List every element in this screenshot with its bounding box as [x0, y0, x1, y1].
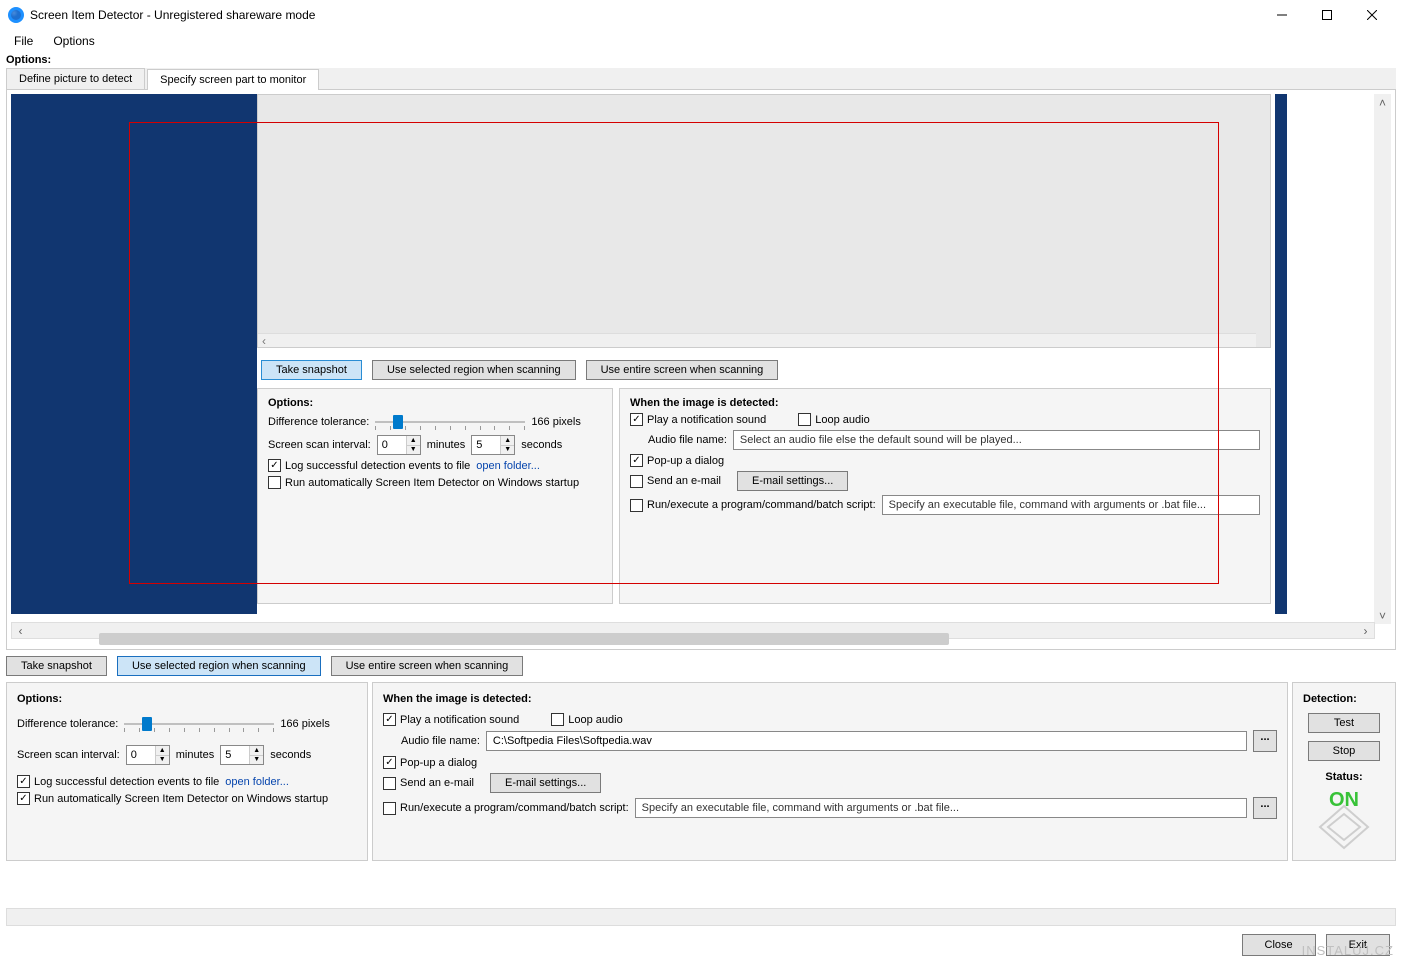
- loop-audio-checkbox[interactable]: Loop audio: [551, 713, 622, 726]
- nested-window: ‹ Take snapshot Use selected region when…: [257, 94, 1275, 614]
- audio-browse-button[interactable]: ...: [1253, 730, 1277, 752]
- nested-use-entire-button[interactable]: Use entire screen when scanning: [586, 360, 779, 380]
- titlebar: Screen Item Detector - Unregistered shar…: [0, 0, 1402, 30]
- options-panel: Options: Difference tolerance: 166 pixel…: [6, 682, 368, 861]
- nested-play-sound-checkbox[interactable]: Play a notification sound: [630, 413, 766, 426]
- nested-open-folder-link[interactable]: open folder...: [476, 460, 540, 472]
- nested-send-email-checkbox[interactable]: Send an e-mail: [630, 475, 721, 488]
- nested-seconds-input[interactable]: ▲▼: [471, 435, 515, 455]
- nested-take-snapshot-button[interactable]: Take snapshot: [261, 360, 362, 380]
- send-email-checkbox[interactable]: Send an e-mail: [383, 777, 474, 790]
- tab-specify-screen[interactable]: Specify screen part to monitor: [147, 69, 319, 90]
- nested-options-panel: Options: Difference tolerance: 166 pixel…: [257, 388, 613, 604]
- menubar: File Options: [0, 30, 1402, 52]
- nested-preview: ‹: [257, 94, 1271, 348]
- nested-tolerance-slider[interactable]: [375, 413, 525, 431]
- play-sound-checkbox[interactable]: Play a notification sound: [383, 713, 519, 726]
- scan-interval-label: Screen scan interval:: [17, 749, 120, 761]
- watermark: INSTALUJ.CZ: [1302, 943, 1394, 958]
- minimize-button[interactable]: [1259, 1, 1304, 29]
- nested-detected-panel: When the image is detected: Play a notif…: [619, 388, 1271, 604]
- tab-define-picture[interactable]: Define picture to detect: [6, 68, 145, 89]
- audio-file-input[interactable]: [486, 731, 1247, 751]
- tolerance-slider[interactable]: [124, 715, 274, 733]
- preview-hscrollbar[interactable]: ‹›: [11, 622, 1375, 639]
- diff-tolerance-value: 166 pixels: [531, 416, 581, 428]
- nested-hscrollbar[interactable]: ‹: [258, 333, 1256, 347]
- nested-audio-file-input[interactable]: [733, 430, 1260, 450]
- status-label: Status:: [1303, 771, 1385, 783]
- nested-email-settings-button[interactable]: E-mail settings...: [737, 471, 848, 491]
- seconds-input[interactable]: ▲▼: [220, 745, 264, 765]
- diff-tolerance-label: Difference tolerance:: [17, 718, 118, 730]
- close-window-button[interactable]: [1349, 1, 1394, 29]
- log-events-checkbox[interactable]: Log successful detection events to file: [17, 775, 219, 788]
- diff-tolerance-label: Difference tolerance:: [268, 416, 369, 428]
- script-browse-button[interactable]: ...: [1253, 797, 1277, 819]
- maximize-button[interactable]: [1304, 1, 1349, 29]
- diff-tolerance-value: 166 pixels: [280, 718, 330, 730]
- detected-title: When the image is detected:: [383, 693, 1277, 705]
- menu-options[interactable]: Options: [45, 32, 102, 50]
- use-entire-screen-button[interactable]: Use entire screen when scanning: [331, 656, 524, 676]
- detection-title: Detection:: [1303, 693, 1385, 705]
- stop-button[interactable]: Stop: [1308, 741, 1380, 761]
- options-title: Options:: [17, 693, 357, 705]
- nested-autorun-checkbox[interactable]: Run automatically Screen Item Detector o…: [268, 476, 579, 489]
- preview-vscrollbar[interactable]: ˄˅: [1374, 94, 1391, 624]
- nested-use-selected-button[interactable]: Use selected region when scanning: [372, 360, 576, 380]
- nested-options-title: Options:: [268, 397, 602, 409]
- window-title: Screen Item Detector - Unregistered shar…: [30, 8, 1259, 22]
- audio-file-label: Audio file name:: [401, 735, 480, 747]
- autorun-checkbox[interactable]: Run automatically Screen Item Detector o…: [17, 792, 328, 805]
- take-snapshot-button[interactable]: Take snapshot: [6, 656, 107, 676]
- status-bar: [6, 908, 1396, 926]
- scan-interval-label: Screen scan interval:: [268, 439, 371, 451]
- options-header: Options:: [0, 52, 1402, 68]
- test-button[interactable]: Test: [1308, 713, 1380, 733]
- script-path-input[interactable]: [635, 798, 1247, 818]
- nested-script-input[interactable]: [882, 495, 1260, 515]
- nested-run-script-checkbox[interactable]: Run/execute a program/command/batch scri…: [630, 499, 876, 512]
- tabstrip: Define picture to detect Specify screen …: [6, 68, 1396, 90]
- app-icon: [8, 7, 24, 23]
- detection-panel: Detection: Test Stop Status: ON: [1292, 682, 1396, 861]
- open-folder-link[interactable]: open folder...: [225, 776, 289, 788]
- run-script-checkbox[interactable]: Run/execute a program/command/batch scri…: [383, 802, 629, 815]
- status-icon: [1318, 804, 1370, 850]
- menu-file[interactable]: File: [6, 32, 41, 50]
- nested-loop-audio-checkbox[interactable]: Loop audio: [798, 413, 869, 426]
- nested-popup-checkbox[interactable]: Pop-up a dialog: [630, 454, 724, 467]
- nested-log-checkbox[interactable]: Log successful detection events to file: [268, 459, 470, 472]
- preview-area: ‹ Take snapshot Use selected region when…: [6, 90, 1396, 650]
- detected-panel: When the image is detected: Play a notif…: [372, 682, 1288, 861]
- email-settings-button[interactable]: E-mail settings...: [490, 773, 601, 793]
- popup-dialog-checkbox[interactable]: Pop-up a dialog: [383, 756, 477, 769]
- nested-minutes-input[interactable]: ▲▼: [377, 435, 421, 455]
- use-selected-region-button[interactable]: Use selected region when scanning: [117, 656, 321, 676]
- audio-file-label: Audio file name:: [648, 434, 727, 446]
- preview-canvas[interactable]: ‹ Take snapshot Use selected region when…: [11, 94, 1287, 614]
- minutes-input[interactable]: ▲▼: [126, 745, 170, 765]
- nested-detected-title: When the image is detected:: [630, 397, 1260, 409]
